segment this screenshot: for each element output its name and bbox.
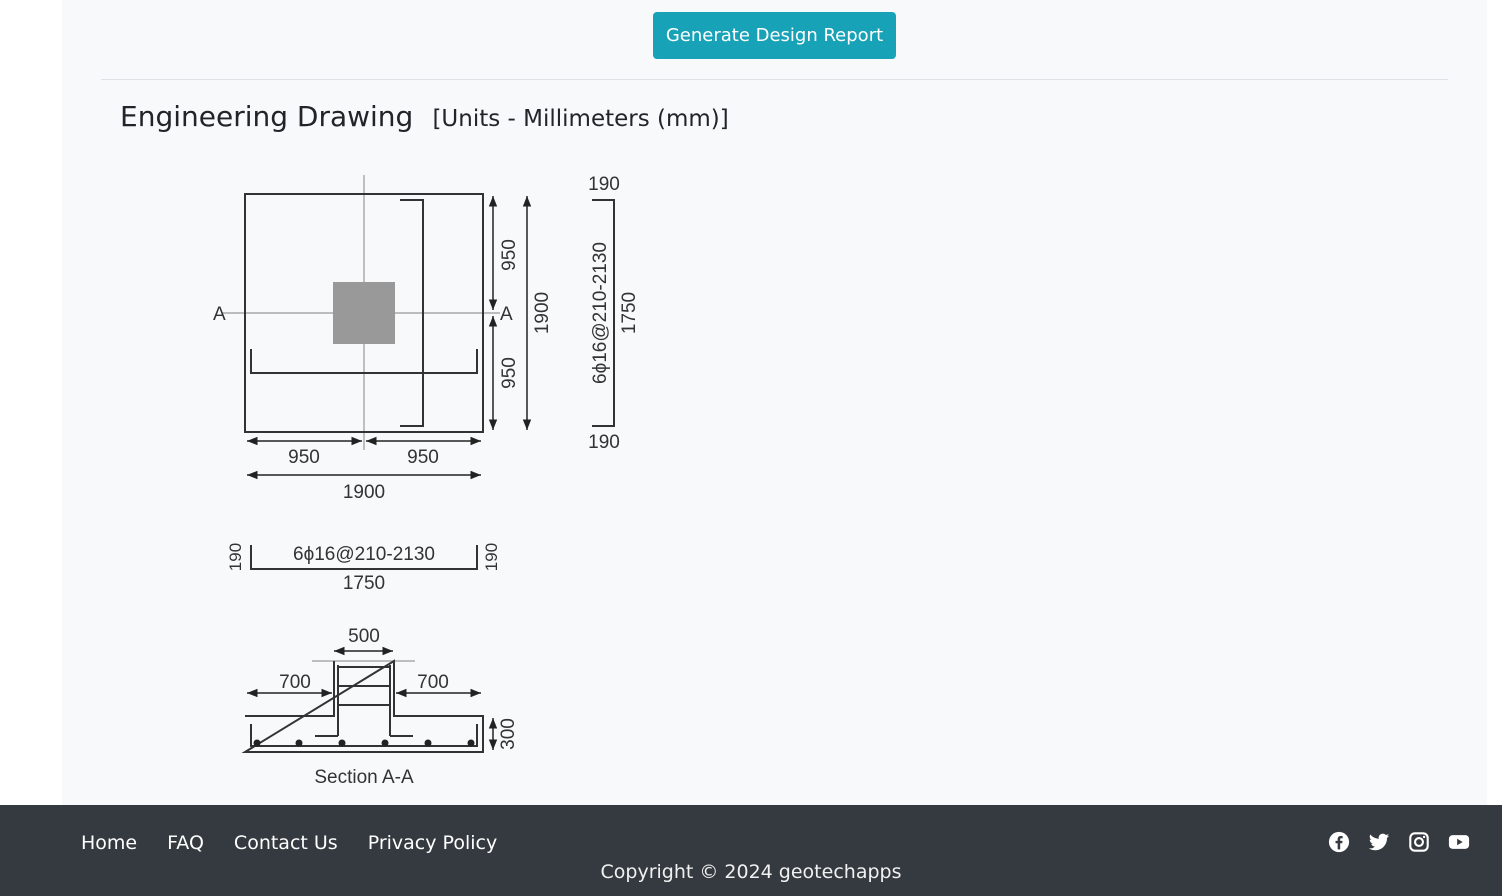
footer-nav: Home FAQ Contact Us Privacy Policy [81,832,497,854]
generate-report-button[interactable]: Generate Design Report [653,12,896,59]
dim-right-projection: 700 [417,672,449,693]
rebar-dot-2 [295,739,303,747]
dim-top-half: 950 [499,239,520,271]
bar-vertical-length: 1750 [619,292,640,334]
dim-left-half: 950 [288,447,320,468]
dim-total-horizontal: 1900 [343,482,385,503]
bar-vertical-end-top: 190 [588,174,620,195]
dim-right-half: 950 [407,447,439,468]
rebar-dot-4 [381,739,389,747]
footer: Home FAQ Contact Us Privacy Policy Copyr… [0,805,1502,896]
bar-schedule-horizontal: 6ϕ16@210-2130 1750 190 190 [226,543,501,594]
bar-horizontal-end-right: 190 [482,543,501,571]
plan-view: A A 950 950 1900 950 950 1900 [213,175,553,503]
section-heading: Engineering Drawing [Units - Millimeters… [120,100,729,133]
bar-schedule-vertical: 190 190 6ϕ16@210-2130 1750 [588,174,640,453]
footer-link-faq[interactable]: FAQ [167,832,204,854]
engineering-drawing: A A 950 950 1900 950 950 1900 190 190 6ϕ… [213,174,640,788]
dim-left-projection: 700 [279,672,311,693]
column [333,282,395,344]
youtube-icon[interactable] [1448,831,1470,853]
footer-link-contact[interactable]: Contact Us [234,832,338,854]
footer-link-home[interactable]: Home [81,832,137,854]
bar-vertical-spec: 6ϕ16@210-2130 [590,242,611,384]
rebar-dot-1 [253,739,261,747]
dim-total-vertical: 1900 [532,292,553,334]
dim-bottom-half: 950 [499,357,520,389]
social-links [1328,831,1470,853]
facebook-icon[interactable] [1328,831,1350,853]
copyright-text: Copyright © 2024 geotechapps [600,861,902,883]
footer-link-privacy[interactable]: Privacy Policy [368,832,497,854]
rebar-dot-3 [338,739,346,747]
dim-column-width: 500 [348,626,380,647]
section-caption: Section A-A [314,767,414,788]
section-marker-left: A [213,304,226,325]
section-view: 500 700 700 300 Section A-A [241,626,519,788]
rebar-dot-6 [467,739,475,747]
bar-vertical-end-bottom: 190 [588,432,620,453]
bar-horizontal-length: 1750 [343,573,385,594]
dim-depth: 300 [498,718,519,750]
section-marker-right: A [500,304,513,325]
instagram-icon[interactable] [1408,831,1430,853]
section-title: Engineering Drawing [120,100,414,133]
twitter-icon[interactable] [1368,831,1390,853]
bar-horizontal-end-left: 190 [226,543,245,571]
divider [101,79,1448,80]
bar-horizontal-spec: 6ϕ16@210-2130 [293,544,435,565]
rebar-dot-5 [424,739,432,747]
units-label: [Units - Millimeters (mm)] [432,106,729,132]
